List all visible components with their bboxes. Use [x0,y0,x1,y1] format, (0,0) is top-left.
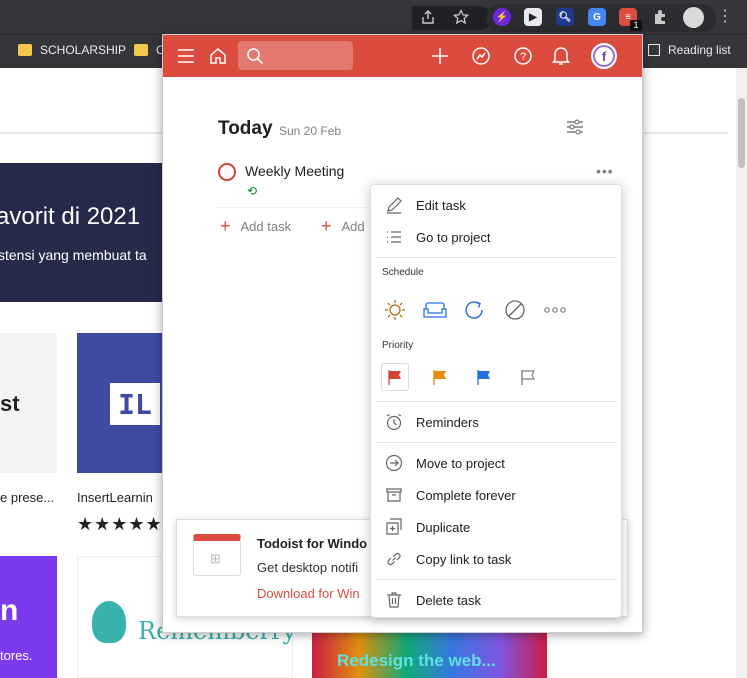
quick-find-search[interactable] [238,41,353,70]
recurring-icon: ⟲ [247,184,258,198]
bookmark-scholarship[interactable]: SCHOLARSHIP [18,43,126,57]
task-complete-checkbox[interactable] [218,163,236,181]
duplicate-icon [384,517,404,537]
kebab-menu-icon[interactable]: ⋮ [716,8,734,26]
pencil-icon [384,195,404,215]
promo-banner[interactable]: avorit di 2021 stensi yang membuat ta [0,163,163,302]
rating-stars: ★★★★★ [77,514,163,534]
share-icon[interactable] [419,8,437,26]
priority-1-flag-icon[interactable] [381,363,409,391]
move-arrow-circle-icon [384,453,404,473]
view-options-icon[interactable] [565,117,585,137]
bookmark-c[interactable]: C [134,43,165,57]
ext-translate-icon[interactable]: G [588,8,606,26]
extension-card[interactable]: st [0,333,57,473]
add-task-button[interactable]: + Add task [220,217,291,235]
folder-icon [18,44,32,56]
svg-text:?: ? [520,51,526,63]
list-icon [384,227,404,247]
todoist-badge: 1 [630,20,642,31]
plus-icon: + [220,216,231,236]
schedule-more-icon[interactable] [541,296,569,324]
reading-list-button[interactable]: Reading list [648,43,731,57]
profile-avatar[interactable] [683,7,704,28]
insertlearning-logo: IL [110,383,160,425]
schedule-heading: Schedule [382,267,424,278]
schedule-today-sun-icon[interactable] [381,296,409,324]
todoist-header: ? f [163,35,642,77]
search-input[interactable] [268,45,348,65]
menu-move-to-project[interactable]: Move to project [371,448,621,478]
trash-icon [384,590,404,610]
toast-title: Todoist for Windo [257,536,368,551]
extension-card-caption[interactable]: e prese... [0,490,54,505]
user-avatar[interactable]: f [591,43,617,69]
notifications-bell-icon[interactable] [551,46,571,66]
windows-logo-icon: ⊞ [210,551,221,566]
menu-complete-forever[interactable]: Complete forever [371,480,621,510]
download-link[interactable]: Download for Win [257,586,360,601]
menu-duplicate[interactable]: Duplicate [371,512,621,542]
toast-body: Get desktop notifi [257,560,359,575]
scrollbar-thumb[interactable] [738,98,745,168]
browser-toolbar: ⚡ ▶ 🔍︎ G ≡ 1 ⋮ [0,0,747,34]
task-context-menu: Edit task Go to project Schedule Priorit… [370,184,622,618]
schedule-next-week-arrow-icon[interactable] [461,296,489,324]
menu-copy-link[interactable]: Copy link to task [371,544,621,574]
folder-icon [134,44,148,56]
home-icon[interactable] [208,46,228,66]
menu-delete-task[interactable]: Delete task [371,585,621,615]
ext-video-icon[interactable]: ▶ [524,8,542,26]
todoist-app-icon: ⊞ [193,534,241,576]
task-more-actions-button[interactable]: ••• [596,163,614,179]
plus-icon: + [321,216,332,236]
menu-reminders[interactable]: Reminders [371,407,621,437]
alarm-clock-icon [384,412,404,432]
priority-2-flag-icon[interactable] [426,363,454,391]
task-name[interactable]: Weekly Meeting [245,163,344,179]
link-icon [384,549,404,569]
priority-3-flag-icon[interactable] [470,363,498,391]
purple-extension-card[interactable]: n tores. [0,556,57,678]
menu-go-to-project[interactable]: Go to project [371,222,621,252]
archive-box-icon [384,485,404,505]
ext-purple-icon[interactable]: ⚡ [493,8,511,26]
schedule-no-date-icon[interactable] [501,296,529,324]
insertlearning-caption[interactable]: InsertLearnin [77,490,153,505]
search-icon [247,48,264,65]
priority-heading: Priority [382,340,414,351]
reading-list-icon [648,44,660,56]
priority-4-flag-icon[interactable] [514,363,542,391]
puzzle-icon[interactable] [651,8,669,26]
add-task-button-secondary[interactable]: + Add [321,217,365,235]
menu-edit-task[interactable]: Edit task [371,190,621,220]
ext-search-icon[interactable]: 🔍︎ [556,8,574,26]
help-icon[interactable]: ? [513,46,533,66]
bookmark-star-icon[interactable] [452,8,470,26]
add-task-icon[interactable] [430,46,450,66]
hamburger-menu-icon[interactable] [176,46,196,66]
rememberry-logo-icon [92,601,126,643]
page-title: Today [218,118,273,139]
page-date: Sun 20 Feb [279,124,342,138]
page-scrollbar[interactable] [736,68,747,678]
schedule-weekend-couch-icon[interactable] [421,296,449,324]
productivity-icon[interactable] [471,46,491,66]
insertlearning-card[interactable]: IL [77,333,163,473]
